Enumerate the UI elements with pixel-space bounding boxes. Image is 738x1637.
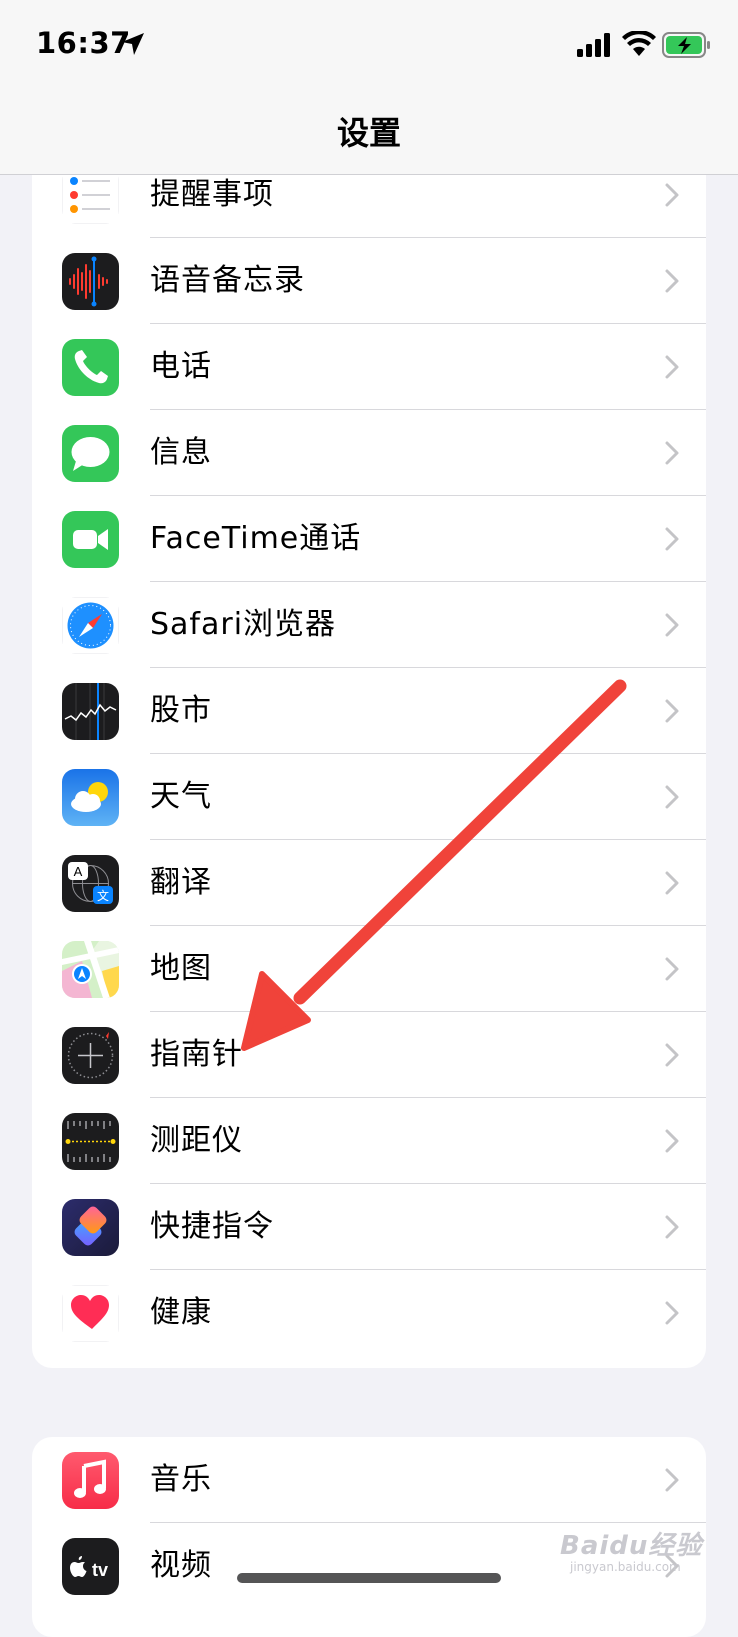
chevron-right-icon xyxy=(665,183,679,207)
settings-row-voice-memos[interactable]: 语音备忘录 xyxy=(32,238,706,324)
settings-row-label: 健康 xyxy=(150,1295,212,1330)
watermark-logo: Baidu经验 xyxy=(560,1531,703,1561)
chevron-right-icon xyxy=(665,269,679,293)
weather-icon xyxy=(62,769,119,826)
settings-row-label: FaceTime通话 xyxy=(150,521,362,556)
chevron-right-icon xyxy=(665,785,679,809)
settings-row-label: 信息 xyxy=(150,435,212,470)
settings-row-safari[interactable]: Safari浏览器 xyxy=(32,582,706,668)
stocks-icon xyxy=(62,683,119,740)
watermark-url: jingyan.baidu.com xyxy=(570,1560,681,1574)
navigation-bar: 设置 xyxy=(0,90,738,175)
settings-row-shortcuts[interactable]: 快捷指令 xyxy=(32,1184,706,1270)
chevron-right-icon xyxy=(665,1301,679,1325)
compass-icon xyxy=(62,1027,119,1084)
settings-row-label: 地图 xyxy=(150,951,212,986)
settings-group-apps: 提醒事项 语音备忘录 电话 信息 FaceTime通话 Safari浏览器 股市… xyxy=(32,130,706,1368)
settings-row-phone[interactable]: 电话 xyxy=(32,324,706,410)
settings-row-label: 测距仪 xyxy=(150,1123,243,1158)
settings-row-measure[interactable]: 测距仪 xyxy=(32,1098,706,1184)
chevron-right-icon xyxy=(665,871,679,895)
settings-row-weather[interactable]: 天气 xyxy=(32,754,706,840)
chevron-right-icon xyxy=(665,355,679,379)
settings-row-label: Safari浏览器 xyxy=(150,607,337,642)
phone-icon xyxy=(62,339,119,396)
wifi-icon xyxy=(622,31,656,56)
chevron-right-icon xyxy=(665,1043,679,1067)
status-bar: 16:37 xyxy=(0,0,738,90)
chevron-right-icon xyxy=(665,527,679,551)
settings-row-stocks[interactable]: 股市 xyxy=(32,668,706,754)
settings-row-health[interactable]: 健康 xyxy=(32,1270,706,1356)
settings-row-maps[interactable]: 地图 xyxy=(32,926,706,1012)
messages-icon xyxy=(62,425,119,482)
settings-row-label: 指南针 xyxy=(150,1037,243,1072)
chevron-right-icon xyxy=(665,441,679,465)
settings-row-compass[interactable]: 指南针 xyxy=(32,1012,706,1098)
facetime-icon xyxy=(62,511,119,568)
apple-tv-icon: tv xyxy=(62,1538,119,1595)
maps-icon xyxy=(62,941,119,998)
home-indicator xyxy=(237,1573,501,1583)
shortcuts-icon xyxy=(62,1199,119,1256)
translate-glyph-wen: 文 xyxy=(97,888,109,903)
settings-row-label: 语音备忘录 xyxy=(150,263,305,298)
chevron-right-icon xyxy=(665,1129,679,1153)
settings-row-label: 电话 xyxy=(150,349,212,384)
chevron-right-icon xyxy=(665,613,679,637)
status-time: 16:37 xyxy=(36,26,131,60)
reminders-icon xyxy=(62,167,119,224)
settings-row-label: 天气 xyxy=(150,779,212,814)
settings-row-translate[interactable]: A 文 翻译 xyxy=(32,840,706,926)
translate-glyph-a: A xyxy=(74,864,83,879)
chevron-right-icon xyxy=(665,1468,679,1492)
settings-row-music[interactable]: 音乐 xyxy=(32,1437,706,1523)
settings-row-label: 视频 xyxy=(150,1548,212,1583)
cellular-signal-icon xyxy=(577,33,610,57)
measure-icon xyxy=(62,1113,119,1170)
safari-icon xyxy=(62,597,119,654)
page-title: 设置 xyxy=(336,114,401,152)
chevron-right-icon xyxy=(665,699,679,723)
chevron-right-icon xyxy=(665,1215,679,1239)
settings-row-facetime[interactable]: FaceTime通话 xyxy=(32,496,706,582)
battery-charging-icon xyxy=(662,32,710,58)
music-icon xyxy=(62,1452,119,1509)
health-icon xyxy=(62,1285,119,1342)
settings-row-label: 股市 xyxy=(150,693,212,728)
settings-row-label: 音乐 xyxy=(150,1462,212,1497)
tv-icon-text: tv xyxy=(92,1560,108,1580)
settings-row-messages[interactable]: 信息 xyxy=(32,410,706,496)
location-arrow-icon xyxy=(122,33,144,55)
settings-row-label: 翻译 xyxy=(150,865,212,900)
settings-row-label: 快捷指令 xyxy=(150,1209,274,1244)
chevron-right-icon xyxy=(665,957,679,981)
voice-memos-icon xyxy=(62,253,119,310)
translate-icon: A 文 xyxy=(62,855,119,912)
